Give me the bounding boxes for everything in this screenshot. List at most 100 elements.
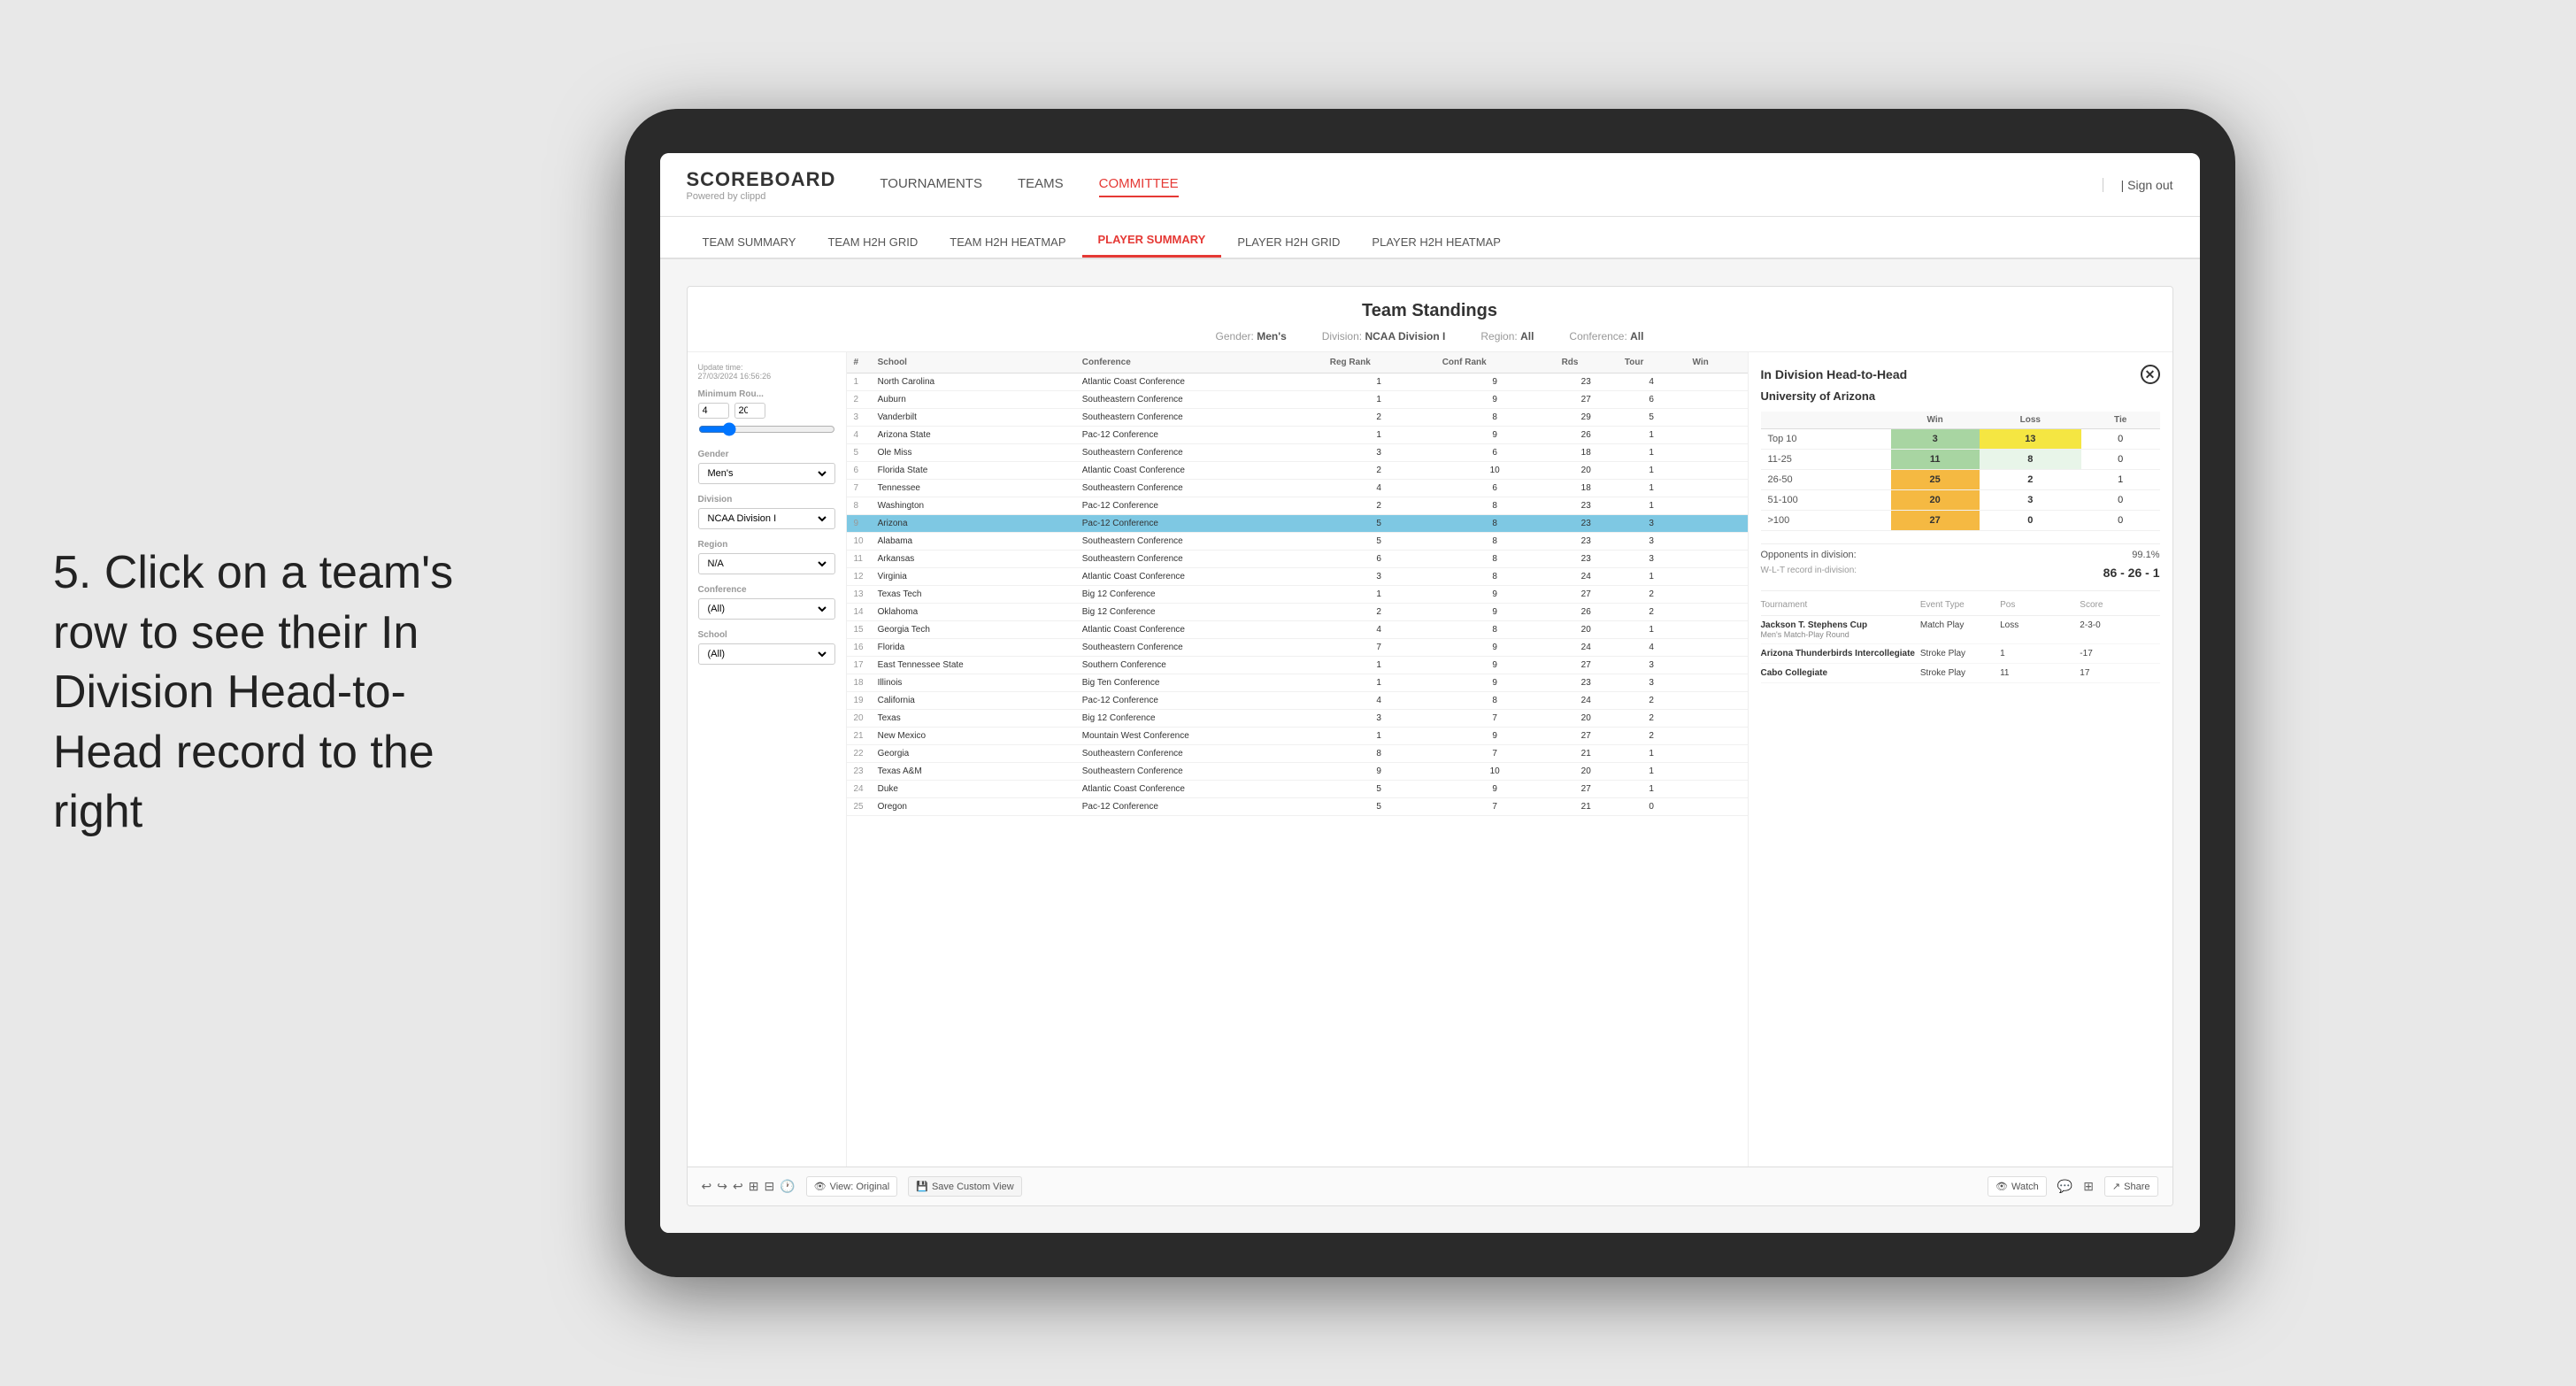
paste-icon[interactable]: ⊟ [764,1179,774,1194]
filter-min-rounds: Minimum Rou... [698,389,835,439]
table-row[interactable]: 13 Texas Tech Big 12 Conference 1 9 27 2 [847,586,1748,604]
cell-win [1685,427,1747,444]
cell-tour: 1 [1618,427,1686,444]
view-original-button[interactable]: 👁 View: Original [806,1176,898,1197]
undo-icon[interactable]: ↩ [702,1179,712,1194]
table-row[interactable]: 25 Oregon Pac-12 Conference 5 7 21 0 [847,798,1748,816]
table-row[interactable]: 12 Virginia Atlantic Coast Conference 3 … [847,568,1748,586]
table-row[interactable]: 23 Texas A&M Southeastern Conference 9 1… [847,763,1748,781]
cell-tour: 0 [1618,798,1686,816]
watch-icon: 👁 [1995,1181,2008,1192]
cell-school: Florida State [871,462,1075,480]
filter-division-control[interactable]: NCAA Division I [698,508,835,529]
cell-rank: 20 [847,710,871,728]
tourn-event-type: Match Play [1920,620,2000,630]
subnav-player-h2h-grid[interactable]: PLAYER H2H GRID [1221,227,1356,258]
copy-icon[interactable]: ⊞ [749,1179,759,1194]
filter-region-control[interactable]: N/A [698,553,835,574]
cell-rank: 2 [847,391,871,409]
redo-icon-1[interactable]: ↪ [717,1179,727,1194]
cell-rank: 8 [847,497,871,515]
table-row[interactable]: 7 Tennessee Southeastern Conference 4 6 … [847,480,1748,497]
h2h-col-tie: Tie [2081,412,2160,429]
col-reg-rank: Reg Rank [1323,352,1435,373]
cell-conf-rank: 8 [1435,497,1555,515]
nav-teams[interactable]: TEAMS [1018,172,1064,197]
table-row[interactable]: 16 Florida Southeastern Conference 7 9 2… [847,639,1748,657]
table-row[interactable]: 19 California Pac-12 Conference 4 8 24 2 [847,692,1748,710]
sign-out[interactable]: | Sign out [2103,178,2173,192]
nav-tournaments[interactable]: TOURNAMENTS [880,172,982,197]
table-row[interactable]: 11 Arkansas Southeastern Conference 6 8 … [847,551,1748,568]
table-row[interactable]: 6 Florida State Atlantic Coast Conferenc… [847,462,1748,480]
nav-committee[interactable]: COMMITTEE [1099,172,1179,197]
cell-conf-rank: 9 [1435,427,1555,444]
filter-region-select[interactable]: N/A [704,558,829,570]
subnav-team-h2h-grid[interactable]: TEAM H2H GRID [811,227,934,258]
cell-conf-rank: 8 [1435,568,1555,586]
filter-gender-select[interactable]: Men's [704,467,829,480]
cell-school: Texas Tech [871,586,1075,604]
comment-icon[interactable]: 💬 [2057,1179,2072,1194]
filter-gender-control[interactable]: Men's [698,463,835,484]
h2h-cell-loss: 2 [1980,470,2081,490]
subnav-team-h2h-heatmap[interactable]: TEAM H2H HEATMAP [934,227,1081,258]
table-row[interactable]: 4 Arizona State Pac-12 Conference 1 9 26… [847,427,1748,444]
cell-rds: 23 [1555,515,1618,533]
h2h-close-button[interactable]: ✕ [2141,365,2160,384]
table-row[interactable]: 22 Georgia Southeastern Conference 8 7 2… [847,745,1748,763]
cell-conf-rank: 9 [1435,728,1555,745]
subnav-team-summary[interactable]: TEAM SUMMARY [687,227,812,258]
table-row[interactable]: 18 Illinois Big Ten Conference 1 9 23 3 [847,674,1748,692]
table-row[interactable]: 21 New Mexico Mountain West Conference 1… [847,728,1748,745]
table-row[interactable]: 15 Georgia Tech Atlantic Coast Conferenc… [847,621,1748,639]
cell-rds: 20 [1555,763,1618,781]
h2h-cell-tie: 1 [2081,470,2160,490]
grid-icon[interactable]: ⊞ [2083,1179,2094,1194]
table-row[interactable]: 1 North Carolina Atlantic Coast Conferen… [847,373,1748,391]
table-row[interactable]: 2 Auburn Southeastern Conference 1 9 27 … [847,391,1748,409]
cell-conference: Pac-12 Conference [1075,497,1323,515]
subnav-player-h2h-heatmap[interactable]: PLAYER H2H HEATMAP [1356,227,1516,258]
cell-reg-rank: 7 [1323,639,1435,657]
filter-conference: Conference (All) [698,585,835,620]
cell-rank: 24 [847,781,871,798]
cell-win [1685,657,1747,674]
table-row[interactable]: 17 East Tennessee State Southern Confere… [847,657,1748,674]
cell-conf-rank: 8 [1435,621,1555,639]
redo-icon-2[interactable]: ↩ [733,1179,743,1194]
filter-school-control[interactable]: (All) [698,643,835,665]
share-button[interactable]: ↗ Share [2104,1176,2158,1197]
filter-conference-control[interactable]: (All) [698,598,835,620]
clock-icon[interactable]: 🕐 [780,1179,795,1194]
cell-school: California [871,692,1075,710]
table-row[interactable]: 8 Washington Pac-12 Conference 2 8 23 1 [847,497,1748,515]
min-rounds-input[interactable] [698,403,729,419]
cell-reg-rank: 4 [1323,480,1435,497]
min-rounds-max-input[interactable] [734,403,765,419]
cell-conf-rank: 9 [1435,391,1555,409]
table-row[interactable]: 10 Alabama Southeastern Conference 5 8 2… [847,533,1748,551]
cell-tour: 1 [1618,621,1686,639]
table-row[interactable]: 20 Texas Big 12 Conference 3 7 20 2 [847,710,1748,728]
table-row[interactable]: 9 Arizona Pac-12 Conference 5 8 23 3 [847,515,1748,533]
min-rounds-slider[interactable] [698,422,835,436]
watch-button[interactable]: 👁 Watch [1988,1176,2047,1197]
table-row[interactable]: 3 Vanderbilt Southeastern Conference 2 8… [847,409,1748,427]
filter-division-select[interactable]: NCAA Division I [704,512,829,525]
col-school: School [871,352,1075,373]
table-row[interactable]: 14 Oklahoma Big 12 Conference 2 9 26 2 [847,604,1748,621]
save-custom-view-button[interactable]: 💾 Save Custom View [908,1176,1021,1197]
top-nav: SCOREBOARD Powered by clippd TOURNAMENTS… [660,153,2200,217]
filter-school-select[interactable]: (All) [704,648,829,660]
filter-conference-select[interactable]: (All) [704,603,829,615]
h2h-cell-loss: 13 [1980,429,2081,450]
subnav-player-summary[interactable]: PLAYER SUMMARY [1082,224,1222,258]
table-row[interactable]: 24 Duke Atlantic Coast Conference 5 9 27… [847,781,1748,798]
cell-rds: 27 [1555,391,1618,409]
cell-win [1685,515,1747,533]
table-row[interactable]: 5 Ole Miss Southeastern Conference 3 6 1… [847,444,1748,462]
tablet-frame: SCOREBOARD Powered by clippd TOURNAMENTS… [625,109,2235,1277]
cell-conf-rank: 7 [1435,710,1555,728]
cell-rds: 23 [1555,373,1618,391]
